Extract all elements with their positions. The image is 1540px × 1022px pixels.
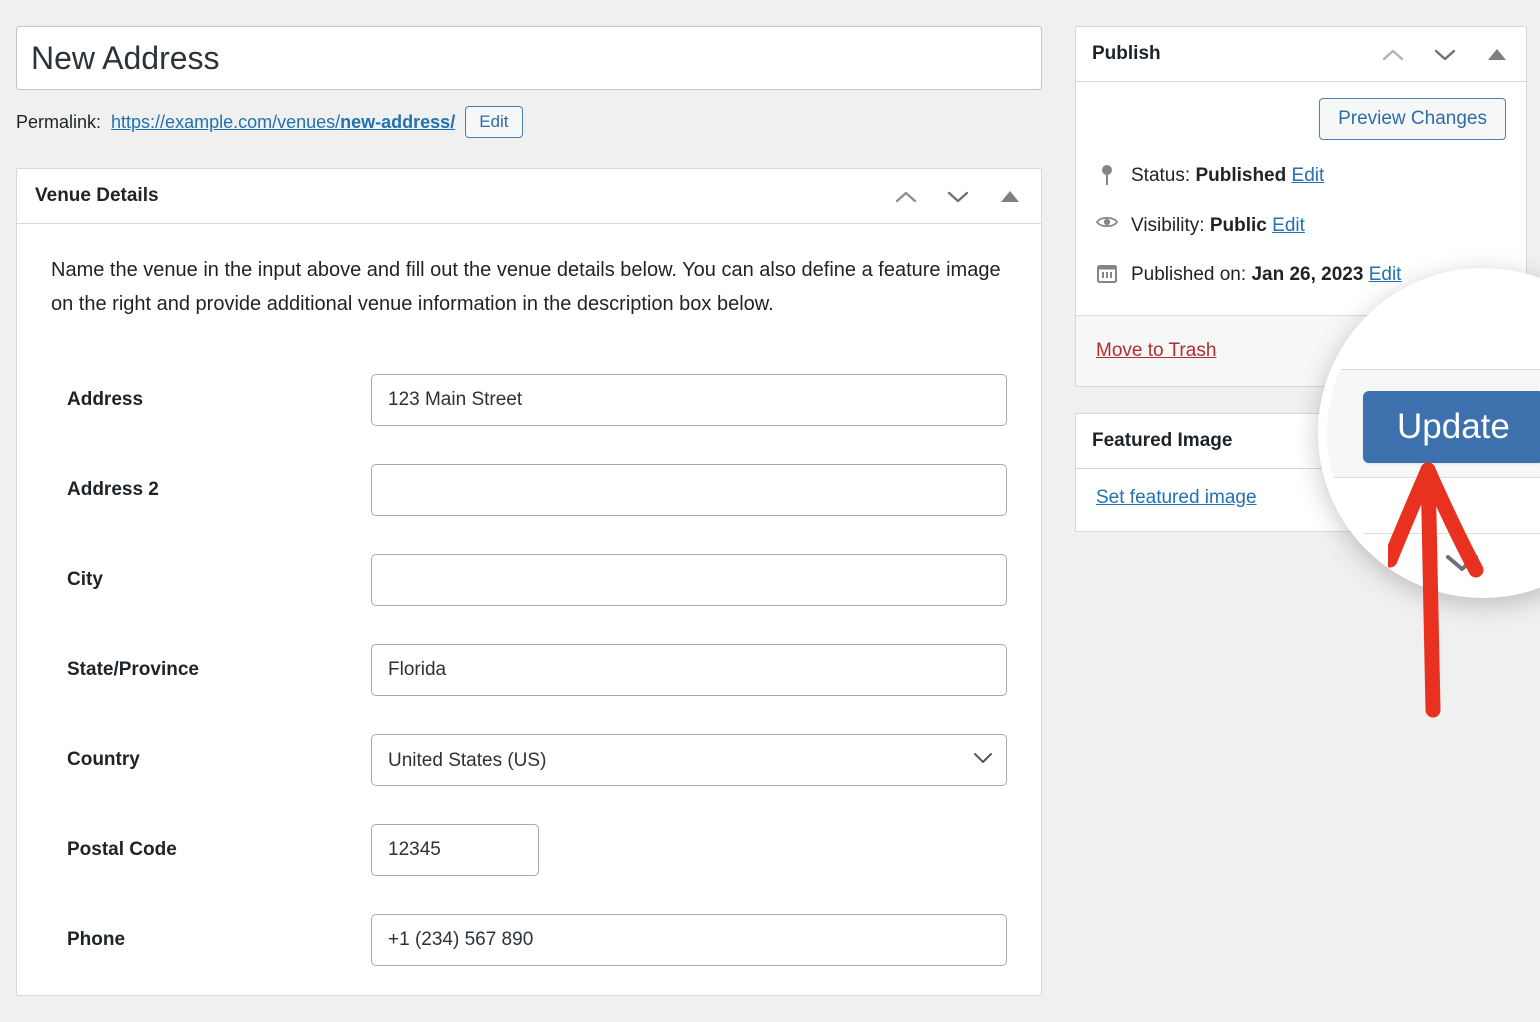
magnified-divider-bottom <box>1327 533 1540 534</box>
preview-changes-button[interactable]: Preview Changes <box>1319 98 1506 140</box>
venue-details-intro: Name the venue in the input above and fi… <box>51 259 1001 315</box>
phone-input[interactable] <box>371 914 1007 967</box>
venue-field-row: Address 2 <box>51 445 1007 535</box>
publish-header: Publish <box>1076 27 1526 82</box>
status-prefix: Status: <box>1131 165 1191 186</box>
venue-field-row: City <box>51 535 1007 625</box>
magnified-divider-top <box>1327 369 1540 370</box>
venue-field-label: Phone <box>67 929 126 951</box>
preview-row: Preview Changes <box>1096 98 1506 140</box>
calendar-icon <box>1096 261 1118 284</box>
set-featured-image-link[interactable]: Set featured image <box>1096 487 1257 508</box>
triangle-up-icon[interactable] <box>997 183 1023 209</box>
magnifier-content: Update <box>1327 277 1540 589</box>
venue-field-label: Address <box>67 389 144 411</box>
visibility-prefix: Visibility: <box>1131 214 1205 236</box>
chevron-down-icon[interactable] <box>945 183 971 209</box>
visibility-value: Public <box>1209 214 1267 236</box>
published-prefix: Published on: <box>1131 264 1247 286</box>
city-input[interactable] <box>371 554 1007 607</box>
address-input[interactable] <box>371 374 1007 427</box>
main-column: Permalink: https://example.com/venues/ne… <box>16 26 1042 997</box>
permalink-url-prefix: https://example.com/venues/ <box>111 111 341 132</box>
chevron-up-icon[interactable] <box>1380 41 1406 67</box>
eye-icon <box>1096 212 1118 230</box>
publish-handle-actions <box>1380 41 1510 67</box>
featured-image-title: Featured Image <box>1092 429 1233 451</box>
venue-details-header: Venue Details <box>17 169 1041 224</box>
post-title-input[interactable] <box>16 26 1042 90</box>
chevron-down-icon[interactable] <box>1432 41 1458 67</box>
edit-permalink-button[interactable]: Edit <box>465 105 523 139</box>
magnified-divider-mid <box>1327 477 1540 478</box>
venue-fields-list: Address Address 2 City State/Province Countr… <box>51 355 1007 985</box>
magnified-update-button[interactable]: Update <box>1363 391 1540 463</box>
status-row: Status: Published Edit <box>1096 162 1506 190</box>
venue-field-row: Postal Code <box>51 805 1007 895</box>
venue-field-select-wrapper: United States (US) <box>371 734 1007 787</box>
move-to-trash-link[interactable]: Move to Trash <box>1096 340 1216 362</box>
chevron-down-icon[interactable] <box>1445 553 1479 578</box>
publish-title: Publish <box>1092 43 1161 64</box>
venue-field-row: Phone <box>51 895 1007 985</box>
venue-details-panel: Venue Details Name the venue in the inpu… <box>16 168 1042 997</box>
permalink-link[interactable]: https://example.com/venues/new-address/ <box>111 112 455 133</box>
triangle-up-icon[interactable] <box>1484 41 1510 67</box>
address-2-input[interactable] <box>371 464 1007 517</box>
status-value: Published <box>1195 165 1287 186</box>
state-province-input[interactable] <box>371 644 1007 697</box>
visibility-row: Visibility: Public Edit <box>1096 212 1506 240</box>
venue-field-label: Country <box>67 749 140 771</box>
visibility-text: Visibility: Public Edit <box>1131 212 1305 240</box>
publish-body: Preview Changes Status: Published Edit V… <box>1076 82 1526 293</box>
venue-panel-handle-actions <box>893 183 1023 209</box>
postal-code-input[interactable] <box>371 824 539 877</box>
chevron-up-icon[interactable] <box>893 183 919 209</box>
pin-icon <box>1096 162 1118 186</box>
permalink-row: Permalink: https://example.com/venues/ne… <box>16 104 1042 140</box>
venue-field-label: City <box>67 569 103 591</box>
venue-field-label: Postal Code <box>67 839 177 861</box>
country-select[interactable]: United States (US) <box>371 734 1007 787</box>
edit-visibility-link[interactable]: Edit <box>1272 215 1305 236</box>
magnifier-callout: Update <box>1318 268 1540 598</box>
venue-field-row: State/Province <box>51 625 1007 715</box>
edit-status-link[interactable]: Edit <box>1292 165 1325 186</box>
venue-field-row: Address <box>51 355 1007 445</box>
venue-field-label: Address 2 <box>67 479 159 501</box>
wordpress-edit-venue-screen: Permalink: https://example.com/venues/ne… <box>0 0 1540 1022</box>
status-text: Status: Published Edit <box>1131 162 1324 190</box>
venue-details-body: Name the venue in the input above and fi… <box>17 224 1041 995</box>
venue-details-title: Venue Details <box>35 185 159 206</box>
venue-field-row: Country United States (US) <box>51 715 1007 805</box>
venue-field-label: State/Province <box>67 659 199 681</box>
permalink-label: Permalink: <box>16 111 102 132</box>
permalink-slug: new-address/ <box>340 111 456 132</box>
